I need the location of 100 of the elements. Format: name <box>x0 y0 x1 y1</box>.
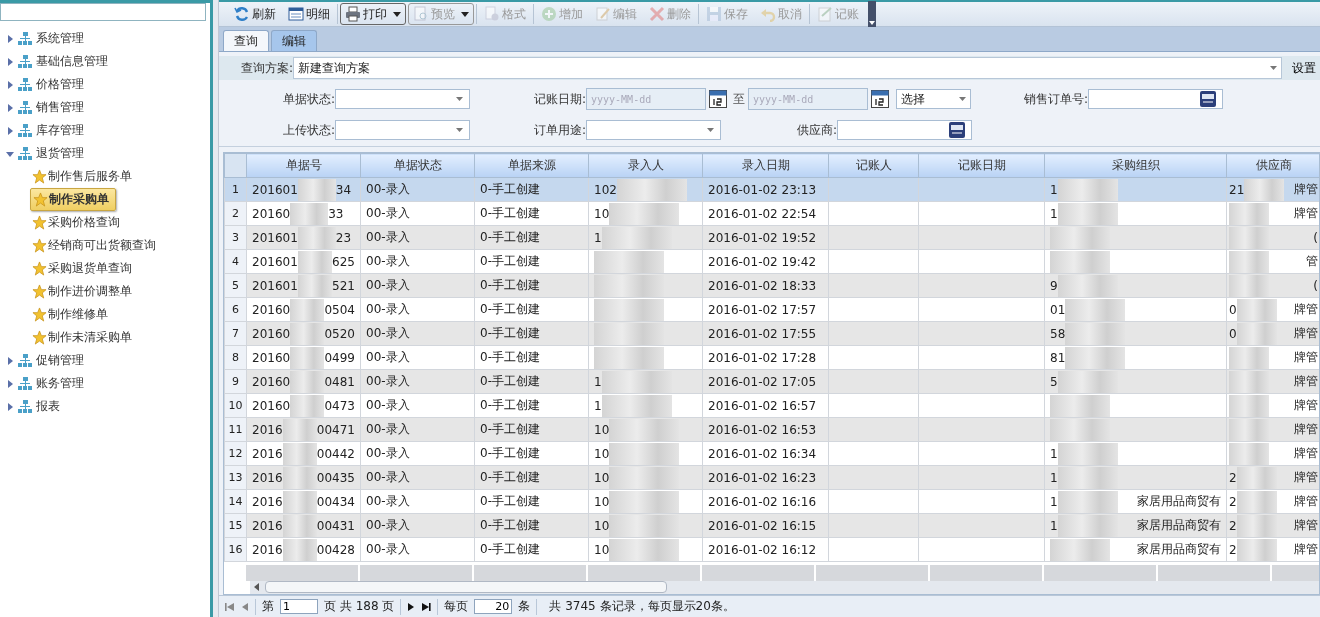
expand-arrow-icon[interactable] <box>6 34 14 43</box>
blurred-text <box>290 322 325 345</box>
row-number: 13 <box>224 465 247 490</box>
caret-icon[interactable] <box>393 11 401 17</box>
dropdown-field[interactable] <box>335 120 470 140</box>
column-header[interactable]: 录入人 <box>588 153 703 178</box>
next-page-icon[interactable] <box>407 601 416 612</box>
last-page-icon[interactable] <box>421 601 432 612</box>
blurred-text <box>1057 274 1118 297</box>
dropdown-arrow-icon[interactable] <box>456 97 463 101</box>
expand-arrow-icon[interactable] <box>6 149 14 158</box>
tree-leaf[interactable]: 制作未清采购单 <box>30 326 138 349</box>
blurred-text <box>594 346 664 369</box>
page-number-field[interactable]: 1 <box>280 599 318 614</box>
table-cell-text: 2016 <box>252 518 283 533</box>
lookup-icon[interactable] <box>1200 91 1216 107</box>
dropdown-arrow-icon[interactable] <box>959 97 966 101</box>
tree-item[interactable]: 系统管理 <box>6 27 88 50</box>
dropdown-arrow-icon[interactable] <box>456 128 463 132</box>
expand-arrow-icon[interactable] <box>6 402 14 411</box>
page-size-field[interactable]: 20 <box>474 599 513 614</box>
table-cell-text: 0481 <box>324 374 355 389</box>
table-cell-text: 00-录入 <box>366 349 410 366</box>
column-header[interactable]: 单据状态 <box>360 153 475 178</box>
row-number: 3 <box>224 225 247 250</box>
table-cell-text: 10 <box>594 518 610 533</box>
tree-item[interactable]: 退货管理 <box>6 142 88 165</box>
dropdown-arrow-icon[interactable] <box>1270 66 1277 70</box>
tree-item[interactable]: 报表 <box>6 395 64 418</box>
blurred-text <box>1236 466 1277 489</box>
tree-item[interactable]: 促销管理 <box>6 349 88 372</box>
table-cell-text: 102 <box>594 182 617 197</box>
toolbar-button[interactable]: 明细 <box>283 3 335 25</box>
settings-button[interactable]: 设置 <box>1282 59 1320 77</box>
search-field[interactable] <box>0 3 206 21</box>
toolbar-button[interactable]: 打印 <box>340 3 406 25</box>
dropdown-arrow-icon[interactable] <box>707 128 714 132</box>
blurred-text <box>1229 442 1269 465</box>
expand-arrow-icon[interactable] <box>6 126 14 135</box>
expand-arrow-icon[interactable] <box>6 80 14 89</box>
blurred-text <box>290 370 325 393</box>
undo-icon <box>760 6 776 22</box>
blurred-text <box>1057 178 1118 201</box>
field-label: 单据状态: <box>281 90 335 108</box>
calendar-icon[interactable] <box>871 90 889 108</box>
date-field[interactable]: yyyy-MM-dd <box>748 88 868 110</box>
column-header[interactable]: 记账人 <box>828 153 919 178</box>
tree-leaf[interactable]: 制作采购单 <box>30 188 116 211</box>
tree-item[interactable]: 基础信息管理 <box>6 50 112 73</box>
dropdown-field[interactable] <box>586 120 721 140</box>
tree-item[interactable]: 账务管理 <box>6 372 88 395</box>
dropdown-field[interactable] <box>335 89 470 109</box>
expand-arrow-icon[interactable] <box>6 379 14 388</box>
period-dropdown[interactable]: 选择 <box>896 89 971 109</box>
table-cell-text: 0-手工创建 <box>480 397 540 414</box>
tab[interactable]: 查询 <box>223 30 269 51</box>
first-page-icon[interactable] <box>225 601 235 612</box>
table-cell-text: 201601 <box>252 182 298 197</box>
column-header[interactable]: 采购组织 <box>1044 153 1227 178</box>
tree-item[interactable]: 库存管理 <box>6 119 88 142</box>
table-cell-text: 01 <box>1050 302 1066 317</box>
column-header[interactable]: 单据号 <box>246 153 361 178</box>
blurred-text <box>594 250 664 273</box>
tree-leaf[interactable]: 制作售后服务单 <box>30 165 138 188</box>
toolbar-button[interactable]: 刷新 <box>229 3 281 25</box>
lookup-icon[interactable] <box>949 122 965 138</box>
table-cell-text: 33 <box>328 206 344 221</box>
table-cell-text: ( <box>1313 278 1318 293</box>
column-header[interactable]: 单据来源 <box>474 153 589 178</box>
tab[interactable]: 编辑 <box>271 30 317 51</box>
tree-leaf[interactable]: 采购退货单查询 <box>30 257 138 280</box>
tree-leaf[interactable]: 制作进价调整单 <box>30 280 138 303</box>
column-header[interactable]: 供应商 <box>1226 153 1319 178</box>
overflow-caret-icon[interactable] <box>868 1 876 27</box>
date-field[interactable]: yyyy-MM-dd <box>586 88 706 110</box>
calendar-icon[interactable] <box>709 90 727 108</box>
lookup-field[interactable] <box>1088 89 1223 109</box>
column-header[interactable]: 记账日期 <box>918 153 1045 178</box>
tree-item[interactable]: 价格管理 <box>6 73 88 96</box>
tree-leaf[interactable]: 制作维修单 <box>30 303 114 326</box>
table-cell-text: 2016 <box>252 446 283 461</box>
tree-item[interactable]: 销售管理 <box>6 96 88 119</box>
scroll-left-icon[interactable] <box>254 583 259 592</box>
expand-arrow-icon[interactable] <box>6 57 14 66</box>
table-cell-text: 10 <box>594 494 610 509</box>
tree-leaf[interactable]: 经销商可出货额查询 <box>30 234 162 257</box>
pager-text: 条 <box>518 598 531 615</box>
previous-page-icon[interactable] <box>241 601 249 612</box>
scrollbar-thumb[interactable] <box>265 581 667 594</box>
table-cell-text: 00-录入 <box>366 253 410 270</box>
lookup-field[interactable] <box>837 120 972 140</box>
tree-item-label: 报表 <box>36 398 60 415</box>
expand-arrow-icon[interactable] <box>6 356 14 365</box>
expand-arrow-icon[interactable] <box>6 103 14 112</box>
blurred-text <box>1057 514 1118 537</box>
blurred-text <box>1236 538 1277 561</box>
query-scheme-dropdown[interactable]: 新建查询方案 <box>293 57 1282 79</box>
column-header[interactable]: 录入日期 <box>702 153 829 178</box>
tree-leaf[interactable]: 采购价格查询 <box>30 211 126 234</box>
table-cell-text: 2016-01-02 18:33 <box>708 278 817 293</box>
